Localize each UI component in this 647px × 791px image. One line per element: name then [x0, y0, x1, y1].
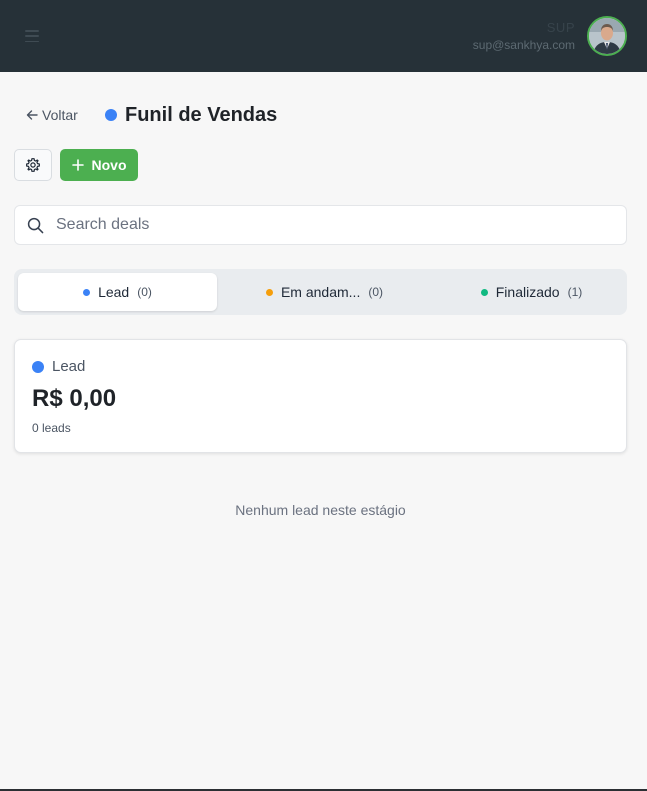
tab-finalizado-label: Finalizado [495, 284, 560, 300]
page-title: Funil de Vendas [105, 102, 277, 128]
stage-total-amount: R$ 0,00 [32, 385, 117, 412]
page-title-text: Funil de Vendas [125, 103, 278, 126]
stage-dot [32, 360, 44, 373]
top-bar: SUP sup@sankhya.com [0, 0, 647, 72]
hamburger-icon-line [25, 40, 39, 42]
tab-lead-dot [83, 288, 91, 296]
tab-em-andamento-dot [265, 288, 273, 296]
back-link[interactable]: Voltar [26, 106, 78, 124]
stage-summary-card: Lead R$ 0,00 0 leads [14, 339, 627, 453]
tab-finalizado-count: (1) [567, 285, 583, 299]
title-dot [105, 109, 117, 121]
tab-lead-count: (0) [137, 285, 152, 299]
tab-finalizado[interactable]: Finalizado (1) [432, 273, 631, 311]
avatar[interactable] [587, 16, 627, 56]
empty-state-message: Nenhum lead neste estágio [235, 502, 406, 518]
gear-icon [26, 158, 40, 172]
search-input[interactable] [56, 216, 596, 234]
arrow-left-icon [26, 110, 38, 120]
back-label: Voltar [42, 107, 78, 123]
settings-button[interactable] [14, 149, 52, 181]
search-box [14, 205, 627, 245]
tab-finalizado-dot [480, 288, 488, 296]
new-button-label: Novo [91, 157, 127, 173]
user-name: SUP [546, 20, 575, 35]
stage-lead-count: 0 leads [32, 421, 71, 435]
plus-icon [71, 159, 84, 171]
tab-em-andamento-label: Em andam... [280, 284, 361, 300]
search-icon [27, 217, 44, 233]
tab-em-andamento[interactable]: Em andam... (0) [225, 273, 424, 311]
tab-lead-label: Lead [98, 284, 130, 300]
tab-lead[interactable]: Lead (0) [18, 273, 217, 311]
user-info[interactable]: SUP sup@sankhya.com [473, 20, 575, 53]
hamburger-icon-line [25, 30, 39, 32]
avatar-photo-icon [589, 18, 625, 54]
hamburger-icon-line [25, 35, 39, 37]
stage-tabs: Lead (0) Em andam... (0) Finalizado (1) [14, 269, 627, 315]
user-email: sup@sankhya.com [472, 38, 575, 52]
tab-em-andamento-count: (0) [368, 285, 384, 299]
stage-name: Lead [52, 358, 86, 375]
stage-header: Lead [32, 358, 85, 375]
new-deal-button[interactable]: Novo [60, 149, 138, 181]
menu-button[interactable] [25, 30, 39, 42]
